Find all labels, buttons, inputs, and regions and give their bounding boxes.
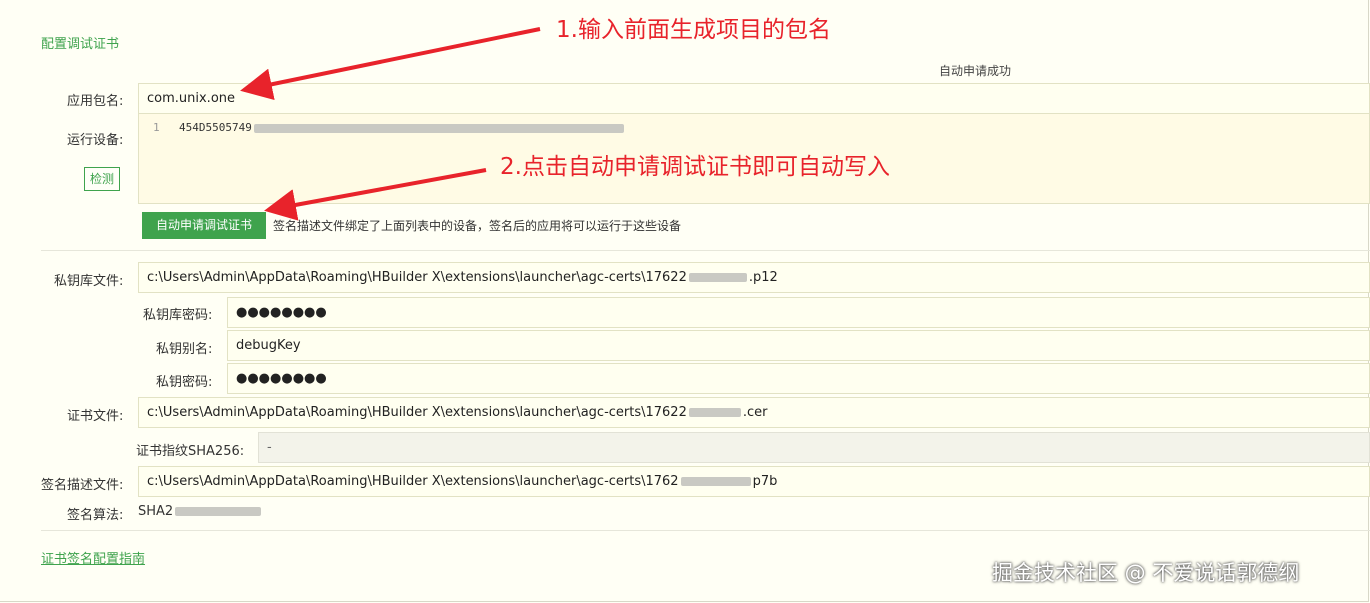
annotation-arrows	[240, 27, 541, 221]
arrow-to-package-input	[240, 27, 541, 101]
annotation-step1: 1.输入前面生成项目的包名	[556, 17, 831, 43]
arrow-to-auto-apply-button	[264, 168, 487, 221]
annotation-step2: 2.点击自动申请调试证书即可自动写入	[500, 154, 890, 180]
watermark: 掘金技术社区 @ 不爱说话郭德纲	[992, 561, 1300, 585]
